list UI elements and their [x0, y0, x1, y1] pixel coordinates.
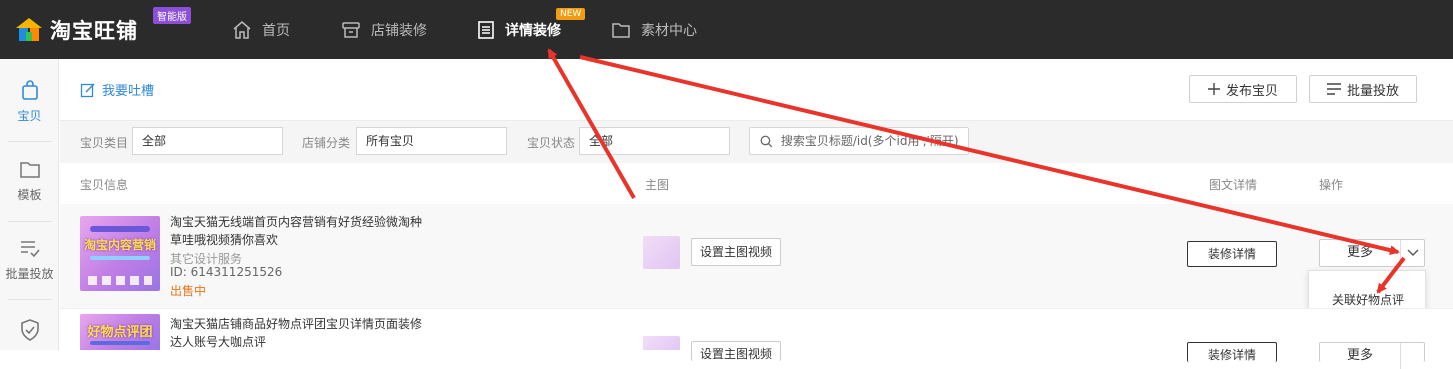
thumbnail-text: 好物点评团 — [87, 325, 153, 340]
more-actions-button[interactable]: 更多 — [1319, 342, 1425, 369]
sidebar-item-templates-label: 模板 — [17, 188, 42, 202]
home-icon — [233, 20, 251, 39]
nav-store-label: 店铺装修 — [371, 22, 427, 39]
category-select[interactable]: 全部 — [132, 127, 283, 155]
sidebar-item-batch-label: 批量投放 — [5, 267, 54, 281]
decorate-detail-button[interactable]: 装修详情 — [1187, 241, 1277, 267]
search-input[interactable] — [780, 134, 968, 148]
chevron-down-icon[interactable] — [1406, 247, 1420, 259]
list-check-icon — [20, 241, 40, 258]
button-divider — [1400, 240, 1401, 266]
app-logo[interactable]: 淘宝旺铺 — [14, 16, 138, 44]
bag-icon — [21, 80, 38, 100]
status-select[interactable]: 全部 — [579, 127, 730, 155]
more-actions-button[interactable]: 更多 — [1319, 239, 1425, 267]
nav-home-label: 首页 — [262, 22, 290, 39]
nav-material-label: 素材中心 — [641, 22, 697, 39]
product-title-link[interactable]: 淘宝天猫店铺商品好物点评团宝贝详情页面装修达人账号大咖点评 — [170, 315, 430, 351]
product-title-link[interactable]: 淘宝天猫无线端首页内容营销有好货经验微淘种草哇哦视频猜你喜欢 — [170, 213, 430, 249]
batch-deploy-label: 批量投放 — [1346, 83, 1399, 99]
product-status: 出售中 — [170, 284, 207, 298]
logo-text: 淘宝旺铺 — [50, 19, 138, 43]
publish-item-button[interactable]: 发布宝贝 — [1189, 75, 1297, 103]
sidebar-item-batch[interactable]: 批量投放 — [0, 237, 59, 282]
thumbnail-decoration — [90, 256, 150, 260]
set-main-video-button[interactable]: 设置主图视频 — [691, 238, 781, 266]
plus-icon — [1207, 83, 1220, 95]
set-main-video-button[interactable]: 设置主图视频 — [691, 341, 781, 361]
column-header-detail: 图文详情 — [1209, 178, 1258, 192]
new-badge: NEW — [556, 8, 586, 20]
sidebar-item-items[interactable]: 宝贝 — [0, 79, 59, 124]
sidebar-divider — [8, 299, 52, 300]
menu-item-link-review[interactable]: 关联好物点评 — [1309, 291, 1427, 308]
nav-home[interactable]: 首页 — [232, 0, 290, 59]
shop-category-select[interactable]: 所有宝贝 — [356, 127, 507, 155]
shield-icon — [20, 319, 39, 341]
sidebar-divider — [8, 141, 52, 142]
document-icon — [478, 20, 494, 39]
category-filter-label: 宝贝类目 — [80, 136, 129, 150]
thumbnail-text: 淘宝内容营销 — [83, 238, 156, 252]
search-box — [749, 127, 969, 155]
thumbnail-decoration — [90, 226, 150, 232]
column-header-main-image: 主图 — [645, 178, 670, 192]
sidebar-divider — [8, 221, 52, 222]
store-icon — [342, 21, 360, 38]
product-id: ID: 614311251526 — [170, 265, 283, 279]
edit-icon — [80, 82, 95, 97]
folder-icon — [19, 162, 40, 178]
list-icon — [1326, 83, 1341, 95]
shop-category-filter-label: 店铺分类 — [302, 136, 351, 150]
sidebar-item-templates[interactable]: 模板 — [0, 158, 59, 203]
feedback-link[interactable]: 我要吐槽 — [80, 80, 154, 99]
decorate-detail-button[interactable]: 装修详情 — [1187, 342, 1277, 362]
nav-store-decoration[interactable]: 店铺装修 — [341, 0, 427, 59]
search-icon — [760, 135, 773, 147]
product-thumbnail[interactable]: 淘宝内容营销 — [80, 216, 160, 291]
left-sidebar: 宝贝 模板 批量投放 — [0, 59, 59, 350]
nav-material-center[interactable]: 素材中心 — [611, 0, 697, 59]
main-image-thumbnail[interactable] — [643, 236, 680, 269]
nav-detail-label: 详情装修 — [505, 22, 561, 39]
folder-icon — [612, 22, 630, 38]
column-header-info: 宝贝信息 — [80, 178, 129, 192]
thumbnail-decoration — [90, 341, 150, 345]
top-navigation-bar: 淘宝旺铺 智能版 首页 店铺装修 详情装修 NEW 素材中心 — [0, 0, 1453, 59]
publish-item-label: 发布宝贝 — [1225, 83, 1278, 99]
column-header-action: 操作 — [1319, 178, 1344, 192]
thumbnail-decoration — [88, 276, 152, 285]
more-label: 更多 — [1346, 245, 1373, 260]
status-filter-label: 宝贝状态 — [527, 136, 576, 150]
feedback-label: 我要吐槽 — [102, 84, 155, 99]
nav-detail-decoration[interactable]: 详情装修 — [477, 0, 561, 59]
button-divider — [1400, 343, 1401, 369]
product-thumbnail[interactable]: 好物点评团 — [80, 314, 160, 350]
logo-house-icon — [16, 18, 42, 41]
batch-deploy-button[interactable]: 批量投放 — [1309, 75, 1417, 103]
sidebar-item-items-label: 宝贝 — [17, 109, 42, 123]
sidebar-item-security[interactable] — [0, 318, 59, 348]
main-image-thumbnail[interactable] — [643, 336, 680, 350]
more-label: 更多 — [1346, 348, 1373, 363]
edition-badge: 智能版 — [153, 7, 191, 24]
